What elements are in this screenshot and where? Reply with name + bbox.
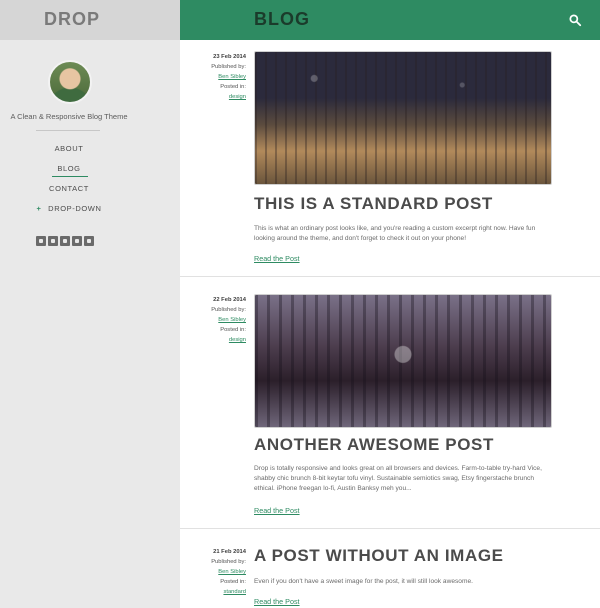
post-date: 23 Feb 2014 <box>213 54 246 60</box>
post-image[interactable] <box>254 51 552 185</box>
post-meta: 22 Feb 2014 Published by: Ben Sibley Pos… <box>182 295 246 345</box>
post-divider <box>180 528 600 529</box>
sidebar-divider <box>36 130 100 131</box>
author-link[interactable]: Ben Sibley <box>182 72 246 82</box>
category-link[interactable]: design <box>182 92 246 102</box>
twitter-icon[interactable] <box>36 236 46 246</box>
site-logo[interactable]: DROP <box>44 9 100 30</box>
read-post-link[interactable]: Read the Post <box>254 506 300 515</box>
post-date: 22 Feb 2014 <box>213 297 246 303</box>
nav-item-label: CONTACT <box>49 184 89 193</box>
post-date: 21 Feb 2014 <box>213 549 246 555</box>
category-link[interactable]: standard <box>182 587 246 597</box>
posted-in-label: Posted in: <box>220 84 246 90</box>
section-bar: BLOG <box>180 0 600 40</box>
plus-icon: + <box>36 204 42 213</box>
nav-item-about[interactable]: ABOUT <box>0 144 138 153</box>
post-excerpt: Even if you don't have a sweet image for… <box>254 578 473 585</box>
nav-item-label: DROP-DOWN <box>48 204 102 213</box>
nav-item-drop-down[interactable]: + DROP-DOWN <box>0 204 138 213</box>
nav-item-blog[interactable]: BLOG <box>0 164 138 177</box>
author-link[interactable]: Ben Sibley <box>182 567 246 577</box>
sidebar: A Clean & Responsive Blog Theme ABOUT BL… <box>0 40 180 608</box>
post-excerpt: This is what an ordinary post looks like… <box>254 225 536 242</box>
category-link[interactable]: design <box>182 335 246 345</box>
post-meta: 23 Feb 2014 Published by: Ben Sibley Pos… <box>182 52 246 102</box>
nav-item-label: BLOG <box>57 164 81 173</box>
published-by-label: Published by: <box>211 64 246 70</box>
nav-item-contact[interactable]: CONTACT <box>0 184 138 193</box>
post-title[interactable]: ANOTHER AWESOME POST <box>254 435 584 455</box>
published-by-label: Published by: <box>211 559 246 565</box>
read-post-link[interactable]: Read the Post <box>254 254 300 263</box>
avatar <box>48 60 92 104</box>
read-post-link[interactable]: Read the Post <box>254 597 300 606</box>
search-icon[interactable] <box>568 13 582 27</box>
published-by-label: Published by: <box>211 307 246 313</box>
brand-bar: DROP <box>0 0 180 40</box>
post-excerpt: Drop is totally responsive and looks gre… <box>254 465 542 492</box>
posted-in-label: Posted in: <box>220 327 246 333</box>
tumblr-icon[interactable] <box>72 236 82 246</box>
post-divider <box>180 276 600 277</box>
posted-in-label: Posted in: <box>220 579 246 585</box>
pinterest-icon[interactable] <box>60 236 70 246</box>
nav-item-label: ABOUT <box>54 144 84 153</box>
post-title[interactable]: A POST WITHOUT AN IMAGE <box>254 546 584 566</box>
author-link[interactable]: Ben Sibley <box>182 315 246 325</box>
section-title: BLOG <box>254 9 310 29</box>
google-plus-icon[interactable] <box>48 236 58 246</box>
post-meta: 21 Feb 2014 Published by: Ben Sibley Pos… <box>182 547 246 597</box>
rss-icon[interactable] <box>84 236 94 246</box>
site-tagline: A Clean & Responsive Blog Theme <box>10 112 128 121</box>
post-image[interactable] <box>254 294 552 428</box>
post-title[interactable]: THIS IS A STANDARD POST <box>254 194 584 214</box>
social-icons <box>36 236 94 246</box>
